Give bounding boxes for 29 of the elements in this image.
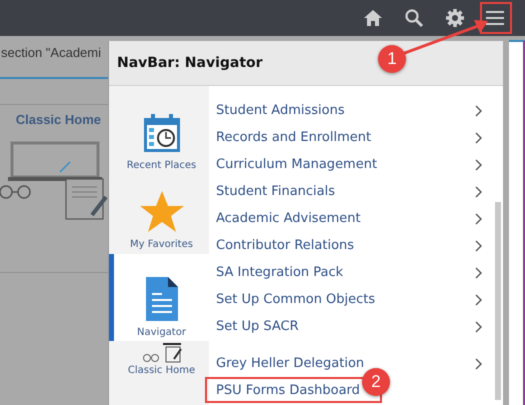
menu-item[interactable]: Records and Enrollment (216, 124, 503, 151)
scrollbar[interactable] (495, 202, 501, 400)
breadcrumb-text: section "Academi (1, 45, 101, 60)
chevron-right-icon (475, 320, 483, 332)
menu-item[interactable]: Academic Advisement (216, 205, 503, 232)
sidebar-item[interactable]: My Favorites (109, 182, 209, 254)
chevron-right-icon (475, 212, 483, 224)
sidebar-item[interactable]: Recent Places (109, 86, 209, 182)
chevron-right-icon (475, 132, 483, 144)
tile-title: Classic Home (16, 112, 101, 127)
panel-title: NavBar: Navigator (117, 55, 263, 71)
document-icon (144, 275, 180, 323)
chevron-right-icon (475, 358, 483, 370)
chevron-right-icon (475, 294, 483, 306)
chevron-right-icon (475, 158, 483, 170)
chevron-right-icon (475, 186, 483, 198)
menu-item[interactable]: Set Up SACR (216, 313, 503, 340)
chevron-right-icon (475, 104, 483, 116)
menu-item[interactable]: Contributor Relations (216, 232, 503, 259)
sidebar-item[interactable]: Navigator (109, 254, 209, 341)
glasses-notepad-icon (140, 343, 182, 363)
menu-item[interactable]: SA Integration Pack (216, 259, 503, 286)
menu-item[interactable]: Set Up Common Objects (216, 286, 503, 313)
menu-item[interactable]: Student Financials (216, 178, 503, 205)
chevron-right-icon (475, 240, 483, 252)
chevron-right-icon (475, 266, 483, 278)
menu-item[interactable]: Curriculum Management (216, 151, 503, 178)
star-icon (140, 190, 184, 233)
menu-item[interactable]: Student Admissions (216, 97, 503, 124)
